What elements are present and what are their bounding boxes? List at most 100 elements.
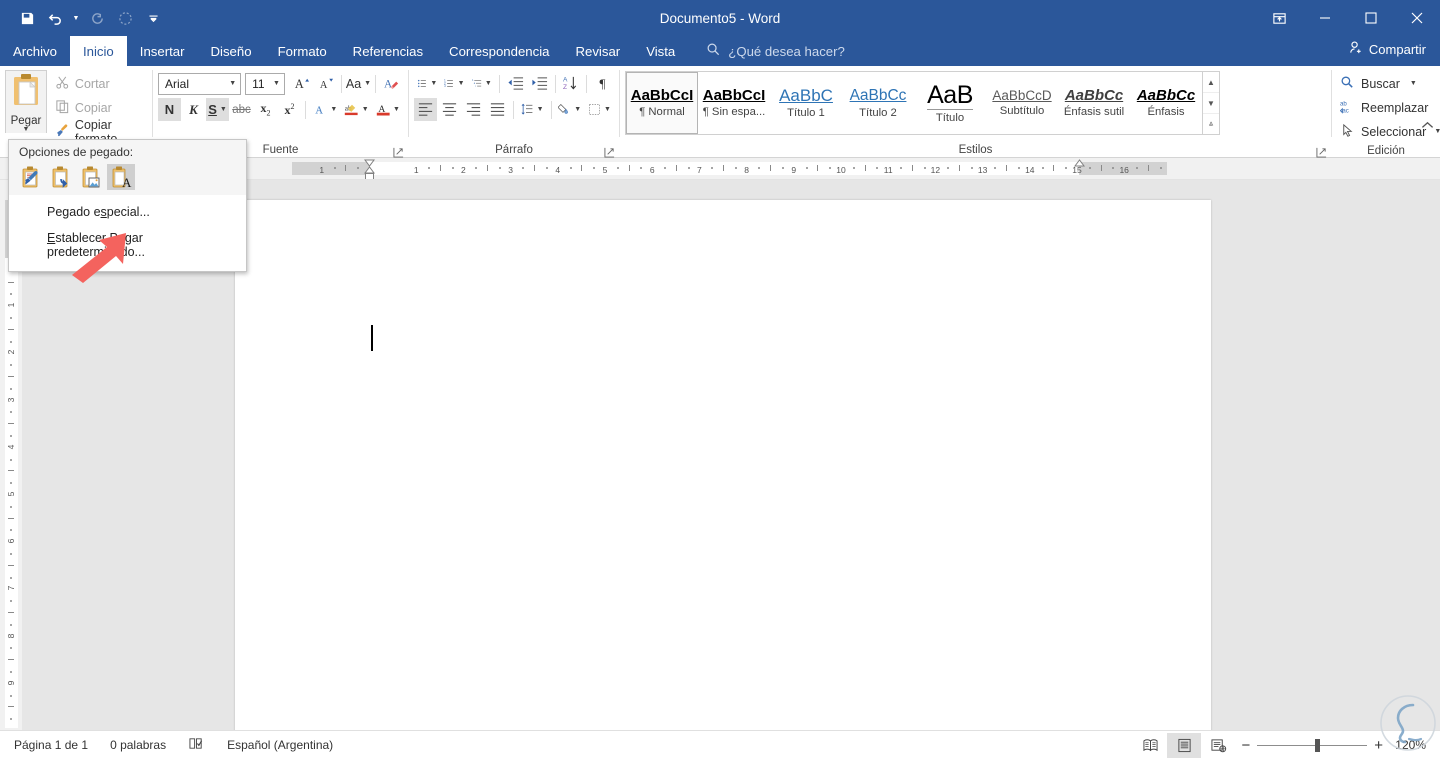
undo-icon[interactable] — [42, 5, 68, 31]
superscript-button[interactable]: x2 — [278, 98, 301, 121]
paste-picture-icon[interactable] — [77, 164, 105, 190]
paste-merge-formatting-icon[interactable] — [47, 164, 75, 190]
tab-referencias[interactable]: Referencias — [340, 36, 436, 66]
shading-button[interactable]: ▼ — [555, 98, 584, 121]
ruler-minor-tick — [10, 553, 12, 555]
show-formatting-marks-button[interactable]: ¶ — [591, 72, 614, 95]
font-name-combo[interactable]: Arial ▼ — [158, 72, 242, 95]
tab-revisar[interactable]: Revisar — [562, 36, 633, 66]
shrink-font-button[interactable]: A — [314, 72, 337, 95]
multilevel-list-button[interactable]: 1ai ▼ — [469, 72, 495, 95]
line-spacing-button[interactable]: ▼ — [518, 98, 547, 121]
underline-button[interactable]: S ▼ — [206, 98, 229, 121]
align-right-button[interactable] — [462, 98, 485, 121]
language-indicator[interactable]: Español (Argentina) — [227, 738, 333, 752]
tab-inicio[interactable]: Inicio — [69, 36, 127, 66]
style-item-normal[interactable]: AaBbCcI ¶ Normal — [626, 72, 698, 134]
style-item-subtitulo[interactable]: AaBbCcD Subtítulo — [986, 72, 1058, 134]
increase-indent-button[interactable] — [528, 72, 551, 95]
styles-more-icon[interactable]: ⩓ — [1203, 114, 1219, 134]
zoom-slider-thumb[interactable] — [1315, 738, 1321, 752]
italic-button[interactable]: K — [182, 98, 205, 121]
ruler-minor-tick — [10, 694, 12, 697]
right-indent-marker[interactable] — [1074, 159, 1085, 177]
paste-keep-text-only-icon[interactable]: A — [107, 164, 135, 190]
numbering-button[interactable]: 123 ▼ — [441, 72, 467, 95]
document-page[interactable] — [235, 200, 1211, 730]
clear-formatting-button[interactable]: A — [380, 72, 403, 95]
align-center-button[interactable] — [438, 98, 461, 121]
read-mode-view-button[interactable] — [1133, 733, 1167, 758]
tab-insertar[interactable]: Insertar — [127, 36, 198, 66]
zoom-out-button[interactable]: − — [1241, 737, 1250, 754]
text-highlight-button[interactable]: ab ▼ — [341, 98, 371, 121]
style-item-sin-espaciado[interactable]: AaBbCcI ¶ Sin espa... — [698, 72, 770, 134]
style-item-titulo-2[interactable]: AaBbCc Título 2 — [842, 72, 914, 134]
word-count[interactable]: 0 palabras — [110, 738, 166, 752]
find-button[interactable]: Buscar ▼ — [1337, 72, 1440, 95]
change-case-button[interactable]: Aa ▼ — [346, 72, 372, 95]
style-item-enfasis-sutil[interactable]: AaBbCc Énfasis sutil — [1058, 72, 1130, 134]
share-button[interactable]: Compartir — [1348, 40, 1426, 58]
chevron-down-icon: ▼ — [364, 80, 372, 87]
tab-formato[interactable]: Formato — [265, 36, 340, 66]
paste-button[interactable]: Pegar ▼ — [5, 70, 47, 133]
ribbon-display-options-icon[interactable] — [1256, 0, 1302, 36]
search-icon — [706, 42, 721, 60]
justify-button[interactable] — [486, 98, 509, 121]
font-dialog-launcher[interactable] — [393, 145, 404, 158]
tell-me-box[interactable]: ¿Qué desea hacer? — [706, 36, 845, 66]
proofing-errors-icon[interactable] — [188, 736, 205, 754]
styles-scrollbar[interactable]: ▲ ▼ ⩓ — [1202, 72, 1219, 134]
tab-archivo[interactable]: Archivo — [0, 36, 70, 66]
sort-button[interactable]: AZ — [559, 72, 582, 95]
save-icon[interactable] — [14, 5, 40, 31]
text-effects-button[interactable]: A ▼ — [310, 98, 340, 121]
paste-dropdown-icon[interactable]: ▼ — [22, 126, 29, 133]
share-label: Compartir — [1368, 41, 1426, 57]
bold-button[interactable]: N — [158, 98, 181, 121]
copy-button[interactable]: Copiar — [51, 96, 147, 119]
touch-mode-icon[interactable] — [112, 5, 138, 31]
style-item-titulo-1[interactable]: AaBbC Título 1 — [770, 72, 842, 134]
tab-vista[interactable]: Vista — [633, 36, 688, 66]
paste-keep-source-formatting-icon[interactable] — [17, 164, 45, 190]
chevron-down-icon[interactable]: ▼ — [1410, 80, 1417, 87]
paste-special-menu-item[interactable]: Pegado especial... — [9, 199, 246, 225]
subscript-button[interactable]: x2 — [254, 98, 277, 121]
grow-font-button[interactable]: A — [290, 72, 313, 95]
styles-dialog-launcher[interactable] — [1316, 145, 1327, 158]
zoom-slider[interactable] — [1257, 738, 1368, 752]
minimize-icon[interactable] — [1302, 0, 1348, 36]
replace-button[interactable]: ab ac Reemplazar — [1337, 96, 1440, 119]
redo-icon[interactable] — [84, 5, 110, 31]
left-indent-marker[interactable] — [364, 159, 375, 179]
strikethrough-button[interactable]: abc — [230, 98, 253, 121]
borders-button[interactable]: ▼ — [585, 98, 614, 121]
decrease-indent-button[interactable] — [504, 72, 527, 95]
customize-qat-icon[interactable] — [140, 5, 166, 31]
chevron-down-icon: ▼ — [574, 106, 582, 113]
styles-scroll-up-icon[interactable]: ▲ — [1203, 72, 1219, 93]
styles-scroll-down-icon[interactable]: ▼ — [1203, 93, 1219, 114]
style-item-enfasis[interactable]: AaBbCc Énfasis — [1130, 72, 1202, 134]
align-left-button[interactable] — [414, 98, 437, 121]
page-info[interactable]: Página 1 de 1 — [14, 738, 88, 752]
tab-diseno[interactable]: Diseño — [198, 36, 265, 66]
web-layout-view-button[interactable] — [1201, 733, 1235, 758]
undo-dropdown-icon[interactable]: ▼ — [70, 5, 82, 31]
bullets-button[interactable]: ▼ — [414, 72, 440, 95]
maximize-icon[interactable] — [1348, 0, 1394, 36]
cut-button[interactable]: Cortar — [51, 72, 147, 95]
style-item-titulo[interactable]: AaB Título — [914, 72, 986, 134]
close-icon[interactable] — [1394, 0, 1440, 36]
collapse-ribbon-icon[interactable] — [1421, 119, 1434, 137]
font-color-button[interactable]: A ▼ — [373, 98, 403, 121]
paragraph-dialog-launcher[interactable] — [604, 145, 615, 158]
chevron-down-icon[interactable]: ▼ — [1434, 128, 1440, 135]
print-layout-view-button[interactable] — [1167, 732, 1202, 758]
ruler-tick: 9 — [6, 680, 16, 686]
paste-icon — [10, 73, 42, 114]
font-size-combo[interactable]: 11 ▼ — [245, 72, 285, 95]
tab-correspondencia[interactable]: Correspondencia — [436, 36, 562, 66]
